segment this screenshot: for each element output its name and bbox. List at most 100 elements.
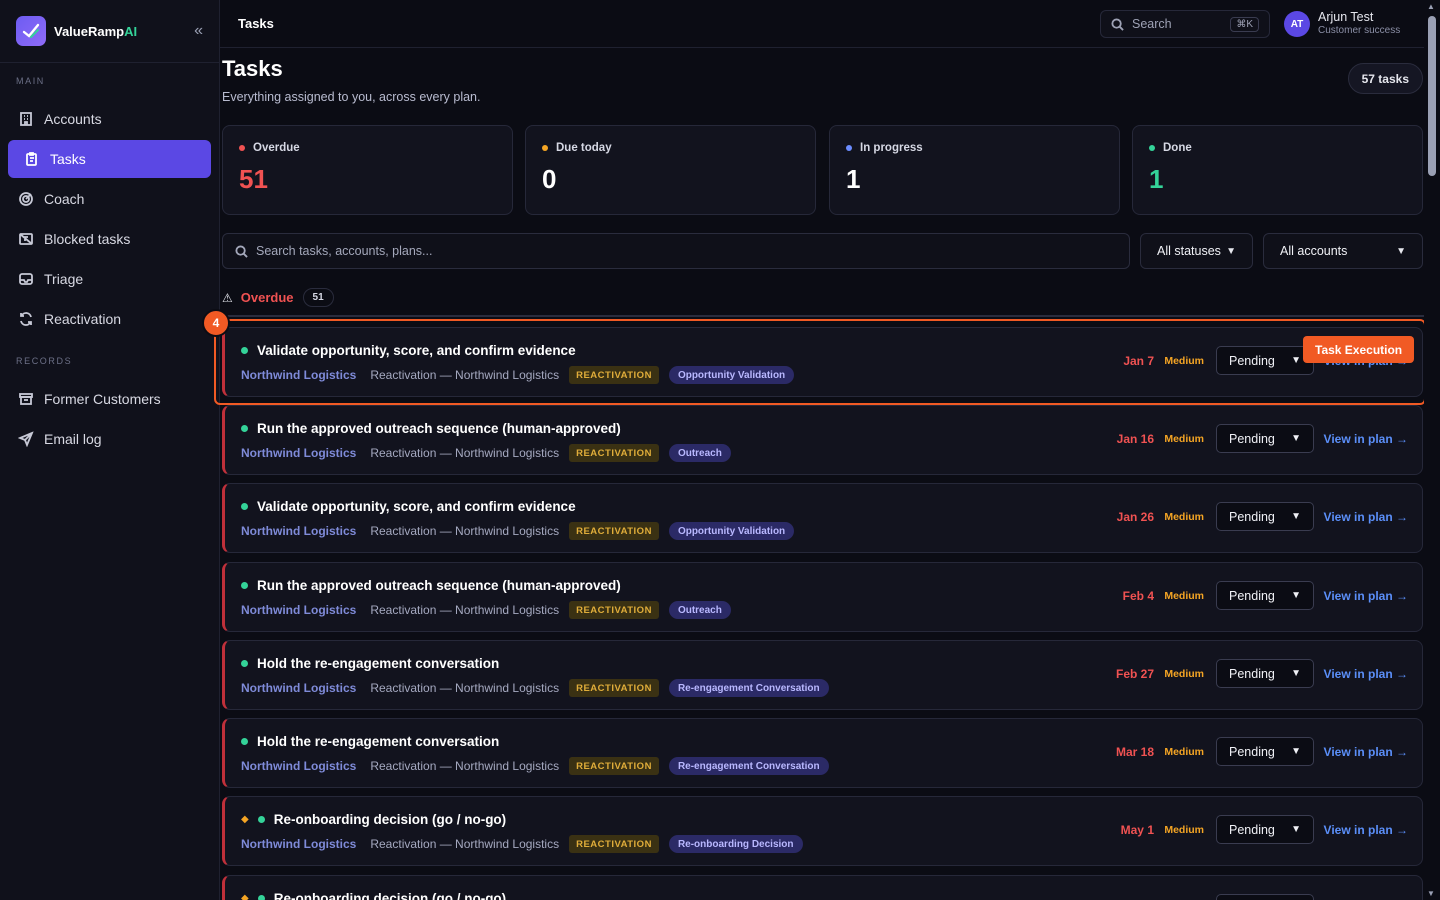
task-plan-name: Reactivation — Northwind Logistics [370, 446, 560, 460]
task-status-value: Pending [1229, 588, 1275, 603]
scroll-down-icon[interactable]: ▼ [1427, 889, 1435, 898]
task-meta: Northwind Logistics Reactivation — Northw… [241, 366, 795, 384]
task-account-link[interactable]: Northwind Logistics [241, 524, 356, 538]
task-phase-badge: Outreach [668, 444, 731, 462]
task-type-badge: REACTIVATION [569, 679, 659, 697]
task-status-value: Pending [1229, 509, 1275, 524]
collapse-sidebar-icon[interactable]: « [194, 22, 203, 40]
task-row[interactable]: Hold the re-engagement conversation North… [222, 640, 1423, 710]
sidebar-item-former-customers[interactable]: Former Customers [8, 380, 211, 418]
task-row[interactable]: Run the approved outreach sequence (huma… [222, 562, 1423, 632]
page-scrollbar[interactable]: ▲ ▼ [1424, 0, 1440, 900]
task-account-link[interactable]: Northwind Logistics [241, 681, 356, 695]
task-meta: Northwind Logistics Reactivation — Northw… [241, 835, 803, 853]
search-icon [235, 244, 248, 258]
task-status-select[interactable]: Pending▼ [1216, 502, 1314, 531]
search-label: Search [1132, 17, 1172, 31]
sidebar-item-email-log[interactable]: Email log [8, 420, 211, 458]
view-in-plan-link[interactable]: View in plan → [1324, 432, 1408, 446]
stat-label: Due today [556, 142, 612, 154]
task-title[interactable]: Run the approved outreach sequence (huma… [241, 421, 621, 436]
task-plan-name: Reactivation — Northwind Logistics [370, 524, 560, 538]
task-title[interactable]: ◆ Re-onboarding decision (go / no-go) [241, 812, 506, 827]
task-title[interactable]: Hold the re-engagement conversation [241, 734, 499, 749]
view-in-plan-link[interactable]: View in plan → [1324, 745, 1408, 759]
scroll-up-icon[interactable]: ▲ [1427, 2, 1435, 11]
task-status-select[interactable]: Pending▼ [1216, 737, 1314, 766]
task-search-input[interactable]: Search tasks, accounts, plans... [222, 233, 1130, 269]
status-dot [241, 738, 248, 745]
task-account-link[interactable]: Northwind Logistics [241, 837, 356, 851]
brand: ValueRampAI « [0, 0, 219, 63]
user-role: Customer success [1318, 25, 1401, 36]
task-count-badge: 57 tasks [1347, 63, 1423, 94]
status-dot [241, 347, 248, 354]
status-filter-select[interactable]: All statuses ▼ [1140, 233, 1253, 269]
task-title[interactable]: Hold the re-engagement conversation [241, 656, 499, 671]
task-row[interactable]: Validate opportunity, score, and confirm… [222, 483, 1423, 553]
task-title[interactable]: ◆ Re-onboarding decision (go / no-go) [241, 891, 506, 900]
task-account-link[interactable]: Northwind Logistics [241, 759, 356, 773]
stat-card-due-today[interactable]: Due today 0 [525, 125, 816, 215]
stat-card-overdue[interactable]: Overdue 51 [222, 125, 513, 215]
task-phase-badge: Opportunity Validation [668, 366, 795, 384]
status-dot [241, 660, 248, 667]
task-account-link[interactable]: Northwind Logistics [241, 446, 356, 460]
view-in-plan-link[interactable]: View in plan → [1324, 667, 1408, 681]
scrollbar-thumb[interactable] [1428, 16, 1436, 176]
task-due-date: Mar 18 [1115, 745, 1154, 759]
task-row[interactable]: Run the approved outreach sequence (huma… [222, 405, 1423, 475]
sidebar-item-coach[interactable]: Coach [8, 180, 211, 218]
sidebar: ValueRampAI « MAIN Accounts Tasks Coach … [0, 0, 220, 900]
search-shortcut: ⌘K [1230, 16, 1259, 32]
avatar[interactable]: AT [1284, 11, 1310, 37]
task-status-select[interactable]: Pending▼ [1216, 815, 1314, 844]
stat-card-in-progress[interactable]: In progress 1 [829, 125, 1120, 215]
task-row[interactable]: Hold the re-engagement conversation North… [222, 718, 1423, 788]
task-title-text: Run the approved outreach sequence (huma… [257, 421, 621, 436]
task-priority: Medium [1164, 668, 1204, 680]
task-type-badge: REACTIVATION [569, 522, 659, 540]
target-icon [19, 192, 33, 206]
sidebar-item-reactivation[interactable]: Reactivation [8, 300, 211, 338]
sidebar-item-label: Coach [44, 191, 85, 207]
archive-icon [19, 393, 33, 405]
task-meta: Northwind Logistics Reactivation — Northw… [241, 757, 829, 775]
task-status-select[interactable]: Pending▼ [1216, 659, 1314, 688]
account-filter-select[interactable]: All accounts ▼ [1263, 233, 1423, 269]
stat-value: 0 [542, 164, 557, 194]
task-status-value: Pending [1229, 744, 1275, 759]
task-title[interactable]: Validate opportunity, score, and confirm… [241, 343, 576, 358]
task-meta: Northwind Logistics Reactivation — Northw… [241, 601, 731, 619]
task-account-link[interactable]: Northwind Logistics [241, 603, 356, 617]
task-title[interactable]: Run the approved outreach sequence (huma… [241, 578, 621, 593]
task-account-link[interactable]: Northwind Logistics [241, 368, 356, 382]
view-in-plan-link[interactable]: View in plan → [1324, 823, 1408, 837]
view-in-plan-link[interactable]: View in plan → [1324, 589, 1408, 603]
global-search-button[interactable]: Search ⌘K [1100, 10, 1270, 38]
task-status-select[interactable]: Pending▼ [1216, 581, 1314, 610]
chevron-down-icon: ▼ [1226, 245, 1236, 257]
sidebar-item-accounts[interactable]: Accounts [8, 100, 211, 138]
task-status-select[interactable]: Pending▼ [1216, 894, 1314, 900]
sidebar-item-triage[interactable]: Triage [8, 260, 211, 298]
task-title[interactable]: Validate opportunity, score, and confirm… [241, 499, 576, 514]
sidebar-item-blocked-tasks[interactable]: Blocked tasks [8, 220, 211, 258]
group-header-overdue[interactable]: ⚠ Overdue 51 [222, 288, 334, 307]
task-row[interactable]: ◆Re-onboarding decision (go / no-go)Nort… [222, 875, 1423, 900]
task-status-select[interactable]: Pending▼ [1216, 346, 1314, 375]
stat-label: In progress [860, 142, 923, 154]
sidebar-item-tasks[interactable]: Tasks [8, 140, 211, 178]
view-in-plan-link[interactable]: View in plan → [1324, 510, 1408, 524]
task-row[interactable]: Validate opportunity, score, and confirm… [222, 327, 1423, 397]
status-dot [542, 145, 548, 151]
diamond-icon: ◆ [241, 893, 249, 900]
sidebar-item-label: Accounts [44, 111, 102, 127]
sidebar-item-label: Reactivation [44, 311, 122, 327]
task-type-badge: REACTIVATION [569, 757, 659, 775]
task-due-date: May 1 [1120, 823, 1154, 837]
stat-card-done[interactable]: Done 1 [1132, 125, 1423, 215]
task-row[interactable]: ◆Re-onboarding decision (go / no-go) Nort… [222, 796, 1423, 866]
task-status-select[interactable]: Pending▼ [1216, 424, 1314, 453]
user-menu[interactable]: Arjun Test Customer success [1318, 10, 1400, 36]
